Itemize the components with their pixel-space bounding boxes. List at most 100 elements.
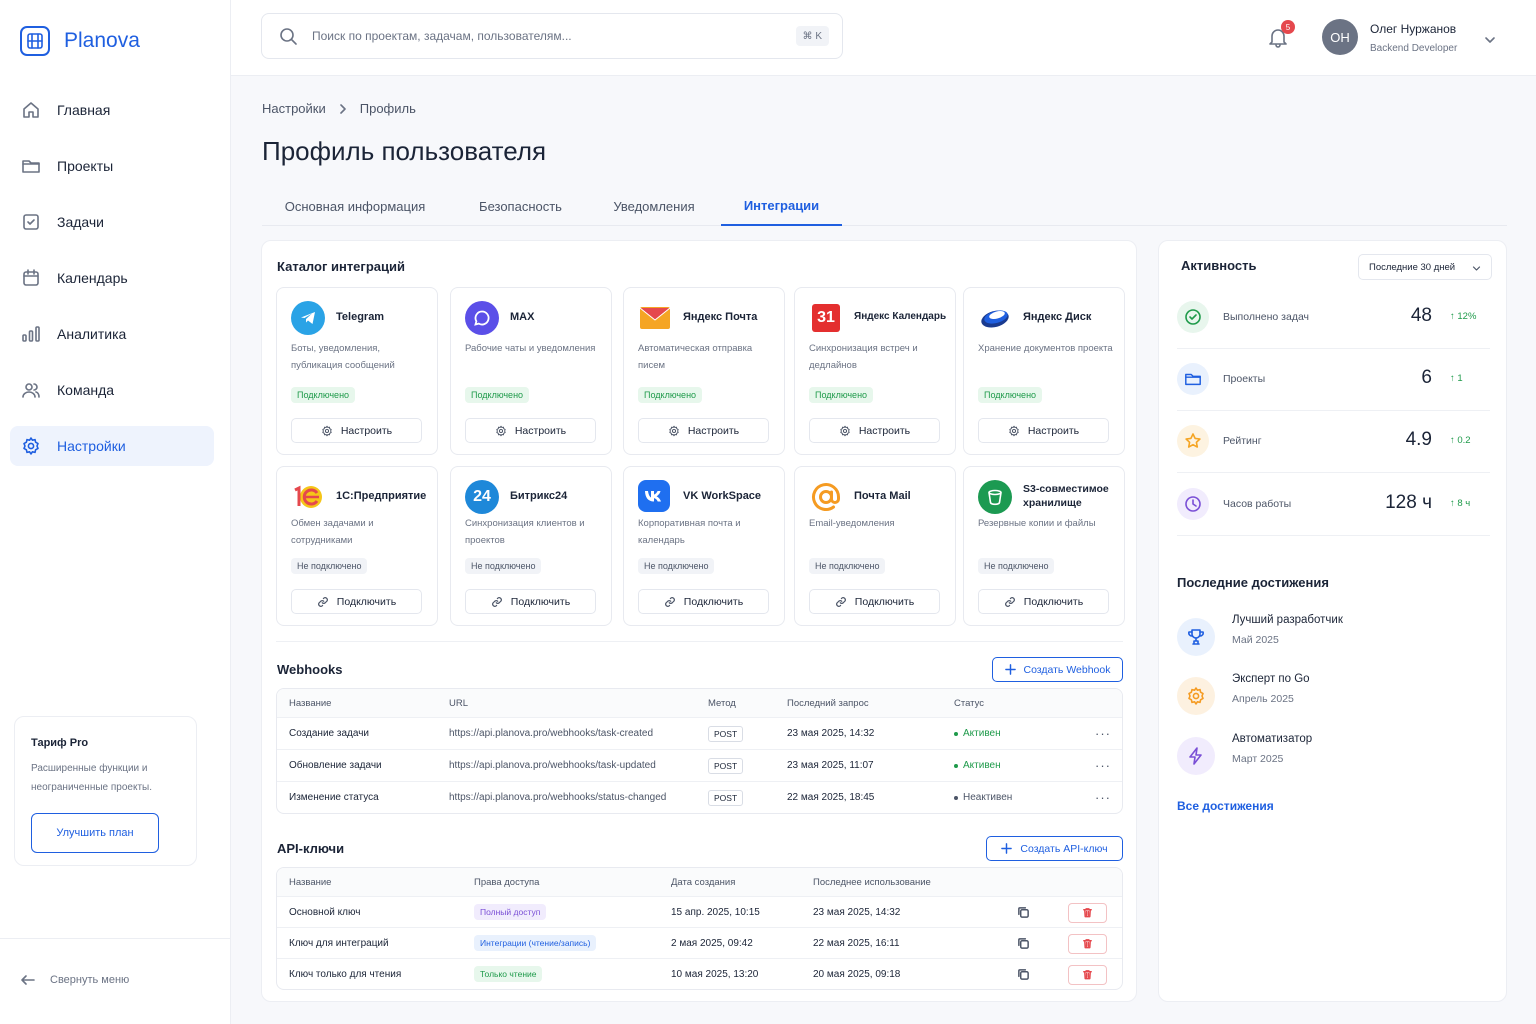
sidebar-item-home[interactable]: Главная xyxy=(10,90,214,130)
configure-button[interactable]: Настроить xyxy=(978,418,1109,443)
status-badge: Подключено xyxy=(638,387,703,403)
configure-button[interactable]: Настроить xyxy=(809,418,940,443)
table-row[interactable]: Изменение статуса https://api.planova.pr… xyxy=(277,781,1122,813)
webhook-name: Создание задачи xyxy=(289,728,369,739)
chevron-down-icon[interactable] xyxy=(1484,34,1496,46)
sidebar-item-analytics[interactable]: Аналитика xyxy=(10,314,214,354)
status-badge: Не подключено xyxy=(291,558,368,574)
connect-label: Подключить xyxy=(683,595,744,608)
breadcrumb: Настройки Профиль xyxy=(262,101,416,116)
all-achievements-link[interactable]: Все достижения xyxy=(1177,799,1274,813)
search-input[interactable] xyxy=(312,29,782,43)
last-used-date: 20 мая 2025, 09:18 xyxy=(813,968,901,980)
more-icon[interactable]: ··· xyxy=(1095,750,1111,781)
connect-label: Подключить xyxy=(854,595,915,608)
copy-icon[interactable] xyxy=(1017,959,1030,989)
sidebar-item-label: Задачи xyxy=(57,214,105,230)
link-icon xyxy=(317,596,329,608)
create-api-key-button[interactable]: Создать API-ключ xyxy=(986,836,1123,861)
tab-integrations[interactable]: Интеграции xyxy=(721,186,842,226)
calendar-icon xyxy=(21,268,41,288)
star-icon xyxy=(1177,425,1209,457)
stat-label: Выполнено задач xyxy=(1223,311,1310,323)
integration-card-bitrix24: 24 Битрикс24 Синхронизация клиентов и пр… xyxy=(450,466,612,626)
yandex-calendar-icon: 31 xyxy=(812,304,840,332)
tab-basic-info[interactable]: Основная информация xyxy=(282,186,428,226)
sidebar-item-label: Проекты xyxy=(57,158,114,174)
integration-description: Резервные копии и файлы xyxy=(978,518,1096,529)
configure-button[interactable]: Настроить xyxy=(638,418,769,443)
status-label: Активен xyxy=(963,728,1001,739)
trash-icon xyxy=(1082,938,1093,949)
achievement-item: Лучший разработчик Май 2025 xyxy=(1177,614,1490,662)
sidebar-item-tasks[interactable]: Задачи xyxy=(10,202,214,242)
integration-description: Обмен задачами и сотрудниками xyxy=(291,518,374,546)
breadcrumb-settings[interactable]: Настройки xyxy=(262,101,326,116)
copy-icon[interactable] xyxy=(1017,928,1030,958)
last-used-date: 23 мая 2025, 14:32 xyxy=(813,906,901,918)
configure-button[interactable]: Настроить xyxy=(291,418,422,443)
copy-icon[interactable] xyxy=(1017,897,1030,927)
collapse-menu-button[interactable]: Свернуть меню xyxy=(20,972,129,988)
stat-label: Проекты xyxy=(1223,373,1266,385)
connect-button[interactable]: Подключить xyxy=(291,589,422,614)
app-logo[interactable]: Planova xyxy=(20,26,140,56)
connect-button[interactable]: Подключить xyxy=(809,589,940,614)
trophy-icon xyxy=(1177,618,1215,656)
status-badge: Не подключено xyxy=(638,558,715,574)
page-title: Профиль пользователя xyxy=(262,136,547,166)
tab-notifications[interactable]: Уведомления xyxy=(612,186,696,226)
sidebar-item-projects[interactable]: Проекты xyxy=(10,146,214,186)
max-chat-icon xyxy=(465,301,499,335)
connect-button[interactable]: Подключить xyxy=(465,589,596,614)
status-badge: Активен xyxy=(954,750,1001,781)
api-keys-title: API-ключи xyxy=(277,841,345,856)
achievement-date: Май 2025 xyxy=(1232,634,1279,646)
table-row[interactable]: Обновление задачи https://api.planova.pr… xyxy=(277,749,1122,781)
sidebar-item-calendar[interactable]: Календарь xyxy=(10,258,214,298)
api-keys-table: Название Права доступа Дата создания Пос… xyxy=(276,867,1123,990)
search-box[interactable]: ⌘ K xyxy=(261,13,843,59)
section-divider xyxy=(276,641,1123,642)
table-row[interactable]: Создание задачи https://api.planova.pro/… xyxy=(277,717,1122,749)
integration-name: Яндекс Календарь xyxy=(854,311,947,322)
sidebar-item-settings[interactable]: Настройки xyxy=(10,426,214,466)
api-key-name: Основной ключ xyxy=(289,906,361,918)
configure-button[interactable]: Настроить xyxy=(465,418,596,443)
achievements-title: Последние достижения xyxy=(1177,575,1329,590)
upgrade-plan-button[interactable]: Улучшить план xyxy=(31,813,159,853)
delete-button[interactable] xyxy=(1068,902,1107,923)
delete-button[interactable] xyxy=(1068,933,1107,954)
column-header: Дата создания xyxy=(671,876,736,888)
more-icon[interactable]: ··· xyxy=(1095,718,1111,749)
tab-security[interactable]: Безопасность xyxy=(477,186,564,226)
more-icon[interactable]: ··· xyxy=(1095,782,1111,813)
status-badge: Подключено xyxy=(809,387,874,403)
table-row[interactable]: Основной ключ Полный доступ 15 апр. 2025… xyxy=(277,896,1122,927)
sidebar: Planova Главная Проекты Задачи Календарь… xyxy=(0,0,231,1024)
period-select[interactable]: Последние 30 дней xyxy=(1358,254,1492,280)
integration-description: Рабочие чаты и уведомления xyxy=(465,343,596,354)
connect-button[interactable]: Подключить xyxy=(638,589,769,614)
stat-delta: ↑ 1 xyxy=(1450,373,1463,384)
table-row[interactable]: Ключ для интеграций Интеграции (чтение/з… xyxy=(277,927,1122,958)
method-badge: POST xyxy=(708,757,744,774)
stat-tasks-done: Выполнено задач 48 ↑ 12% xyxy=(1177,287,1490,349)
avatar[interactable]: ОН xyxy=(1322,19,1358,55)
achievement-name: Эксперт по Go xyxy=(1232,673,1310,685)
create-webhook-button[interactable]: Создать Webhook xyxy=(992,657,1123,682)
sidebar-item-team[interactable]: Команда xyxy=(10,370,214,410)
catalog-title: Каталог интеграций xyxy=(277,259,405,274)
achievement-item: Эксперт по Go Апрель 2025 xyxy=(1177,673,1490,721)
status-badge: Не подключено xyxy=(465,558,542,574)
stat-rating: Рейтинг 4.9 ↑ 0.2 xyxy=(1177,411,1490,473)
method-badge: POST xyxy=(708,725,744,742)
integration-description: Синхронизация встреч и дедлайнов xyxy=(809,343,918,371)
integration-name: VK WorkSpace xyxy=(683,490,762,502)
sidebar-item-label: Главная xyxy=(57,102,111,118)
achievement-date: Март 2025 xyxy=(1232,753,1284,765)
delete-button[interactable] xyxy=(1068,964,1107,985)
user-name[interactable]: Олег Нуржанов xyxy=(1370,22,1456,36)
connect-button[interactable]: Подключить xyxy=(978,589,1109,614)
table-row[interactable]: Ключ только для чтения Только чтение 10 … xyxy=(277,958,1122,989)
